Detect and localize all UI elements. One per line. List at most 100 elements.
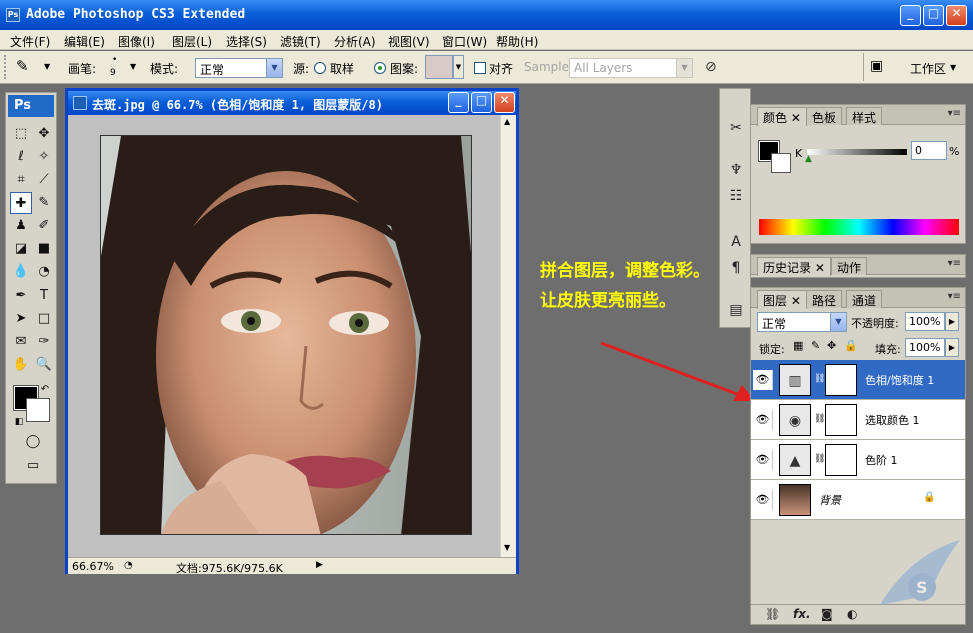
lock-image-icon[interactable]: ✎ (811, 339, 820, 352)
blend-mode-select[interactable]: 正常 ▼ (757, 312, 847, 332)
layer-row[interactable]: 👁 ▥ ⛓ 色相/饱和度 1 (751, 360, 965, 400)
move-tool-icon[interactable]: ✥ (33, 123, 55, 145)
menu-window[interactable]: 窗口(W) (442, 33, 487, 50)
lock-position-icon[interactable]: ✥ (827, 339, 836, 352)
opacity-arrow-icon[interactable]: ▶ (945, 312, 959, 331)
slice-tool-icon[interactable]: ⟋ (33, 169, 55, 191)
navigator-icon[interactable]: ✂ (724, 117, 748, 139)
tab-actions[interactable]: 动作 (831, 257, 868, 275)
quick-mask-icon[interactable]: ◯ (22, 431, 44, 453)
minimize-button[interactable]: _ (900, 5, 921, 26)
healing-brush-tool-icon[interactable]: ✚ (10, 192, 32, 214)
gradient-tool-icon[interactable]: ■ (33, 238, 55, 260)
canvas-area[interactable] (68, 115, 500, 557)
screen-mode-icon[interactable]: ▭ (22, 455, 44, 477)
menu-select[interactable]: 选择(S) (226, 33, 267, 50)
rectangle-tool-icon[interactable]: □ (33, 308, 55, 330)
menu-analysis[interactable]: 分析(A) (334, 33, 376, 50)
maximize-button[interactable]: □ (923, 5, 944, 26)
tab-paths[interactable]: 路径 (806, 290, 843, 308)
paragraph-icon[interactable]: ¶ (724, 257, 748, 279)
ignore-adjustment-layers-icon[interactable]: ⊘ (705, 59, 717, 75)
layer-row[interactable]: 👁 ◉ ⛓ 选取颜色 1 (751, 400, 965, 440)
layers-panel-menu-icon[interactable]: ▾≡ (948, 291, 961, 302)
layer-comps-icon[interactable]: ▤ (724, 299, 748, 321)
mode-select[interactable]: 正常 ▼ (195, 58, 283, 78)
pattern-swatch[interactable] (425, 55, 453, 79)
visibility-eye-icon[interactable]: 👁 (753, 490, 773, 510)
layer-row[interactable]: 👁 ▲ ⛓ 色阶 1 (751, 440, 965, 480)
layer-mask-thumb[interactable] (825, 444, 857, 476)
crop-tool-icon[interactable]: ⌗ (10, 169, 32, 191)
lasso-tool-icon[interactable]: ℓ (10, 146, 32, 168)
pattern-radio[interactable] (374, 62, 386, 74)
doc-minimize-button[interactable]: _ (448, 92, 469, 113)
history-brush-tool-icon[interactable]: ✐ (33, 215, 55, 237)
lock-all-icon[interactable]: 🔒 (844, 339, 858, 352)
add-mask-icon[interactable]: ◙ (821, 607, 833, 621)
brush-dropdown-arrow-icon[interactable]: ▼ (130, 62, 136, 71)
swap-colors-icon[interactable]: ↶ (34, 379, 56, 401)
sampled-radio[interactable] (314, 62, 326, 74)
clone-stamp-tool-icon[interactable]: ♟ (10, 215, 32, 237)
magic-wand-tool-icon[interactable]: ✧ (33, 146, 55, 168)
color-spectrum-bar[interactable] (759, 219, 959, 235)
mask-link-icon[interactable]: ⛓ (814, 454, 825, 464)
visibility-eye-icon[interactable]: 👁 (753, 370, 773, 390)
vertical-scrollbar[interactable]: ▲ ▼ (500, 115, 516, 557)
eraser-tool-icon[interactable]: ◪ (10, 238, 32, 260)
mask-link-icon[interactable]: ⛓ (814, 414, 825, 424)
menu-filter[interactable]: 滤镜(T) (280, 33, 321, 50)
brush-tool-icon[interactable]: ✎ (33, 192, 55, 214)
lock-transparency-icon[interactable]: ▦ (793, 339, 803, 352)
tab-channels[interactable]: 通道 (846, 290, 883, 308)
visibility-eye-icon[interactable]: 👁 (753, 410, 773, 430)
opacity-input[interactable]: 100% (905, 312, 945, 331)
fill-arrow-icon[interactable]: ▶ (945, 338, 959, 357)
document-title-bar[interactable]: 去斑.jpg @ 66.7% (色相/饱和度 1, 图层蒙版/8) _ □ ✕ (68, 91, 516, 115)
mask-link-icon[interactable]: ⛓ (814, 374, 825, 384)
menu-edit[interactable]: 编辑(E) (64, 33, 105, 50)
link-layers-icon[interactable]: ⛓ (765, 607, 780, 621)
k-slider-handle-icon[interactable]: ▲ (805, 154, 812, 164)
default-colors-icon[interactable]: ◧ (8, 411, 30, 433)
notes-tool-icon[interactable]: ✉ (10, 331, 32, 353)
zoom-level[interactable]: 66.67% (72, 560, 114, 573)
sample-select[interactable]: All Layers ▼ (569, 58, 693, 78)
menu-help[interactable]: 帮助(H) (496, 33, 538, 50)
menu-file[interactable]: 文件(F) (10, 33, 50, 50)
tab-styles[interactable]: 样式 (846, 107, 883, 125)
aligned-checkbox[interactable] (474, 62, 486, 74)
dodge-tool-icon[interactable]: ◔ (33, 261, 55, 283)
panel-menu-icon[interactable]: ▾≡ (948, 108, 961, 119)
new-adjustment-layer-icon[interactable]: ◐ (847, 607, 857, 621)
pen-tool-icon[interactable]: ✒ (10, 285, 32, 307)
pattern-picker-arrow-icon[interactable]: ▼ (453, 55, 464, 79)
status-menu-icon[interactable]: ◔ (124, 560, 133, 571)
menu-view[interactable]: 视图(V) (388, 33, 430, 50)
menu-layer[interactable]: 图层(L) (172, 33, 212, 50)
scroll-up-icon[interactable]: ▲ (504, 117, 510, 126)
bridge-icon[interactable]: ▣ (870, 58, 883, 74)
zoom-tool-icon[interactable]: 🔍 (33, 354, 55, 376)
layer-style-button[interactable]: fx. (793, 607, 811, 621)
doc-close-button[interactable]: ✕ (494, 92, 515, 113)
close-button[interactable]: ✕ (946, 5, 967, 26)
portrait-photo[interactable] (100, 135, 472, 535)
tab-history[interactable]: 历史记录 ✕ (757, 257, 831, 276)
hand-tool-icon[interactable]: ✋ (10, 354, 32, 376)
marquee-tool-icon[interactable]: ⬚ (10, 123, 32, 145)
scroll-down-icon[interactable]: ▼ (504, 543, 510, 552)
k-value-input[interactable]: 0 (911, 141, 947, 160)
histogram-icon[interactable]: ☷ (724, 185, 748, 207)
preset-dropdown-arrow-icon[interactable]: ▼ (44, 62, 50, 71)
eyedropper-tool-icon[interactable]: ✑ (33, 331, 55, 353)
status-arrow-icon[interactable]: ▶ (316, 560, 323, 570)
color-bg-swatch[interactable] (771, 153, 791, 173)
doc-maximize-button[interactable]: □ (471, 92, 492, 113)
info-icon[interactable]: ♆ (724, 159, 748, 181)
blur-tool-icon[interactable]: 💧 (10, 261, 32, 283)
workspace-dropdown-arrow-icon[interactable]: ▼ (950, 63, 956, 72)
path-selection-tool-icon[interactable]: ➤ (10, 308, 32, 330)
visibility-eye-icon[interactable]: 👁 (753, 450, 773, 470)
